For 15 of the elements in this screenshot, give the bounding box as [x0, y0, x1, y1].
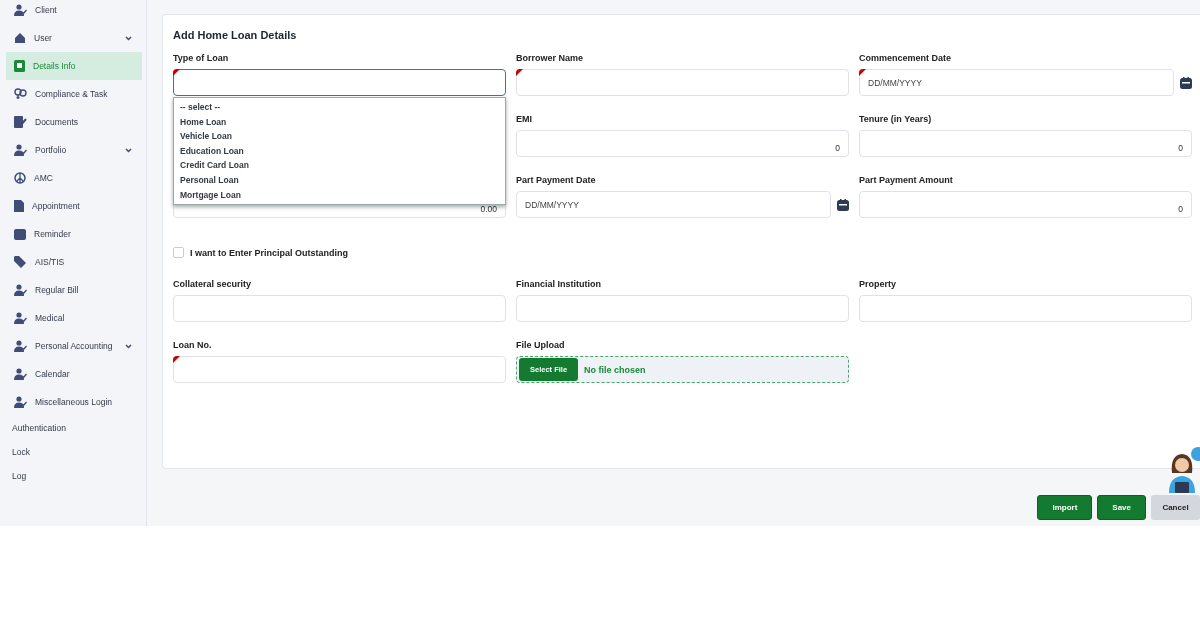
checkbox-label: I want to Enter Principal Outstanding: [190, 247, 348, 258]
field-label: Collateral security: [173, 278, 253, 290]
field-label: Financial Institution: [516, 278, 602, 290]
field-label: EMI: [516, 113, 533, 125]
form-title: Add Home Loan Details: [173, 29, 298, 41]
field-label: Part Payment Amount: [859, 174, 954, 186]
field-label: Type of Loan: [173, 52, 230, 64]
field-label: Commencement Date: [859, 52, 953, 64]
field-label: Tenure (in Years): [859, 113, 933, 125]
field-label: File Upload: [516, 339, 566, 351]
field-label: Loan No.: [173, 339, 213, 351]
field-label: Part Payment Date: [516, 174, 597, 186]
file-status: No file chosen: [584, 364, 646, 375]
field-label: Borrower Name: [516, 52, 585, 64]
field-label: Property: [859, 278, 897, 290]
